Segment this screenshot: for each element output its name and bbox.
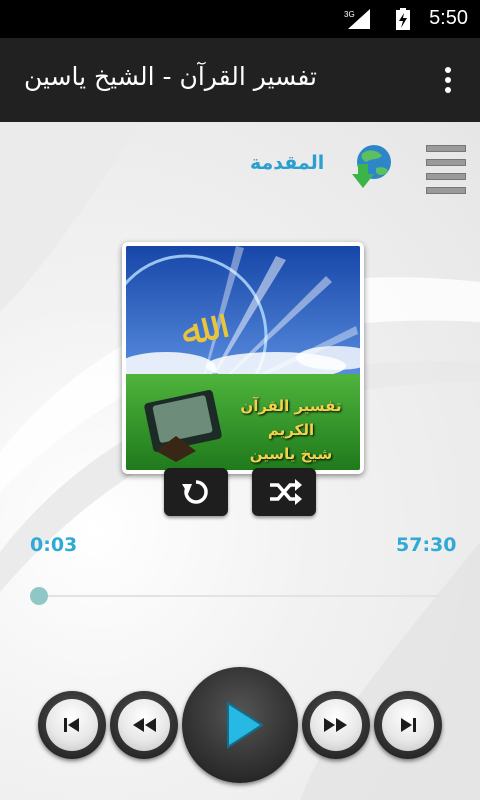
rewind-button[interactable] — [110, 691, 178, 759]
cover-title-line1: تفسير القرآن الكريم — [240, 397, 342, 439]
play-icon — [227, 701, 264, 749]
skip-previous-icon — [64, 718, 79, 732]
overflow-menu-icon[interactable] — [444, 67, 452, 95]
battery-charging-icon — [396, 8, 410, 30]
rewind-icon — [133, 718, 156, 732]
menu-list-icon[interactable] — [426, 145, 466, 194]
shuffle-icon — [270, 479, 302, 505]
status-bar: 3G 5:50 — [0, 0, 480, 38]
download-globe-icon[interactable] — [348, 144, 394, 190]
app-title: تفسير القرآن - الشيخ ياسين — [24, 62, 318, 91]
skip-previous-button[interactable] — [38, 691, 106, 759]
play-button[interactable] — [182, 667, 298, 783]
skip-next-button[interactable] — [374, 691, 442, 759]
status-time: 5:50 — [429, 7, 468, 29]
album-cover: ﷲ تفسير القرآن الكريم شيخ ياسين — [122, 242, 364, 474]
total-duration: 57:30 — [396, 534, 457, 556]
repeat-icon — [182, 480, 208, 504]
intro-link[interactable]: المقدمة — [250, 152, 324, 174]
seek-bar-track[interactable] — [38, 595, 442, 597]
shuffle-button[interactable] — [252, 468, 316, 516]
skip-next-icon — [401, 718, 416, 732]
cover-title: تفسير القرآن الكريم شيخ ياسين — [226, 394, 356, 466]
repeat-button[interactable] — [164, 468, 228, 516]
fast-forward-button[interactable] — [302, 691, 370, 759]
fast-forward-icon — [324, 718, 347, 732]
signal-3g-icon: 3G — [344, 9, 370, 29]
seek-bar-thumb[interactable] — [30, 587, 48, 605]
app-bar: تفسير القرآن - الشيخ ياسين — [0, 38, 480, 122]
current-time: 0:03 — [30, 534, 78, 556]
svg-text:3G: 3G — [344, 10, 355, 19]
cover-title-line2: شيخ ياسين — [249, 445, 333, 463]
